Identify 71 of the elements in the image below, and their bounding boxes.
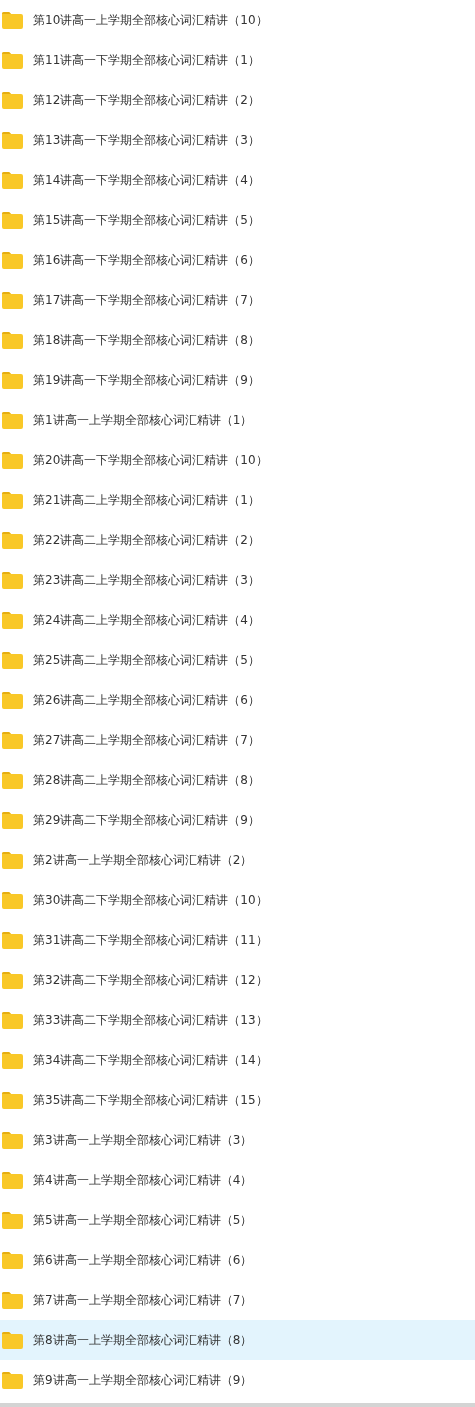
folder-name: 第9讲高一上学期全部核心词汇精讲（9） bbox=[33, 1372, 253, 1389]
folder-row[interactable]: 第8讲高一上学期全部核心词汇精讲（8） bbox=[0, 1320, 475, 1360]
folder-icon bbox=[2, 131, 23, 149]
folder-icon bbox=[2, 371, 23, 389]
folder-icon bbox=[2, 411, 23, 429]
folder-icon bbox=[2, 171, 23, 189]
folder-name: 第20讲高一下学期全部核心词汇精讲（10） bbox=[33, 452, 268, 469]
folder-name: 第31讲高二下学期全部核心词汇精讲（11） bbox=[33, 932, 268, 949]
folder-icon bbox=[2, 651, 23, 669]
folder-name: 第12讲高一下学期全部核心词汇精讲（2） bbox=[33, 92, 260, 109]
folder-icon bbox=[2, 891, 23, 909]
folder-name: 第26讲高二上学期全部核心词汇精讲（6） bbox=[33, 692, 260, 709]
folder-icon bbox=[2, 691, 23, 709]
folder-name: 第24讲高二上学期全部核心词汇精讲（4） bbox=[33, 612, 260, 629]
folder-icon bbox=[2, 571, 23, 589]
folder-icon bbox=[2, 1331, 23, 1349]
folder-name: 第25讲高二上学期全部核心词汇精讲（5） bbox=[33, 652, 260, 669]
folder-name: 第32讲高二下学期全部核心词汇精讲（12） bbox=[33, 972, 268, 989]
folder-icon bbox=[2, 491, 23, 509]
folder-icon bbox=[2, 1051, 23, 1069]
folder-name: 第29讲高二下学期全部核心词汇精讲（9） bbox=[33, 812, 260, 829]
folder-name: 第22讲高二上学期全部核心词汇精讲（2） bbox=[33, 532, 260, 549]
folder-icon bbox=[2, 91, 23, 109]
folder-icon bbox=[2, 851, 23, 869]
folder-icon bbox=[2, 451, 23, 469]
folder-icon bbox=[2, 971, 23, 989]
folder-icon bbox=[2, 211, 23, 229]
folder-name: 第19讲高一下学期全部核心词汇精讲（9） bbox=[33, 372, 260, 389]
folder-name: 第5讲高一上学期全部核心词汇精讲（5） bbox=[33, 1212, 253, 1229]
folder-name: 第35讲高二下学期全部核心词汇精讲（15） bbox=[33, 1092, 268, 1109]
folder-icon bbox=[2, 531, 23, 549]
folder-name: 第8讲高一上学期全部核心词汇精讲（8） bbox=[33, 1332, 253, 1349]
folder-icon bbox=[2, 611, 23, 629]
folder-icon bbox=[2, 331, 23, 349]
folder-icon bbox=[2, 771, 23, 789]
folder-name: 第30讲高二下学期全部核心词汇精讲（10） bbox=[33, 892, 268, 909]
folder-icon bbox=[2, 931, 23, 949]
folder-name: 第27讲高二上学期全部核心词汇精讲（7） bbox=[33, 732, 260, 749]
folder-icon bbox=[2, 251, 23, 269]
folder-icon bbox=[2, 1251, 23, 1269]
folder-name: 第2讲高一上学期全部核心词汇精讲（2） bbox=[33, 852, 253, 869]
folder-name: 第33讲高二下学期全部核心词汇精讲（13） bbox=[33, 1012, 268, 1029]
folder-icon bbox=[2, 51, 23, 69]
folder-name: 第23讲高二上学期全部核心词汇精讲（3） bbox=[33, 572, 260, 589]
folder-name: 第21讲高二上学期全部核心词汇精讲（1） bbox=[33, 492, 260, 509]
folder-icon bbox=[2, 1371, 23, 1389]
folder-name: 第34讲高二下学期全部核心词汇精讲（14） bbox=[33, 1052, 268, 1069]
folder-icon bbox=[2, 11, 23, 29]
folder-icon bbox=[2, 291, 23, 309]
folder-name: 第10讲高一上学期全部核心词汇精讲（10） bbox=[33, 12, 268, 29]
folder-icon bbox=[2, 811, 23, 829]
folder-icon bbox=[2, 731, 23, 749]
folder-name: 第11讲高一下学期全部核心词汇精讲（1） bbox=[33, 52, 260, 69]
folder-name: 第18讲高一下学期全部核心词汇精讲（8） bbox=[33, 332, 260, 349]
folder-name: 第16讲高一下学期全部核心词汇精讲（6） bbox=[33, 252, 260, 269]
folder-name: 第13讲高一下学期全部核心词汇精讲（3） bbox=[33, 132, 260, 149]
folder-icon bbox=[2, 1171, 23, 1189]
folder-name: 第17讲高一下学期全部核心词汇精讲（7） bbox=[33, 292, 260, 309]
folder-icon bbox=[2, 1091, 23, 1109]
folder-name: 第15讲高一下学期全部核心词汇精讲（5） bbox=[33, 212, 260, 229]
folder-icon bbox=[2, 1131, 23, 1149]
folder-icon bbox=[2, 1291, 23, 1309]
folder-name: 第3讲高一上学期全部核心词汇精讲（3） bbox=[33, 1132, 253, 1149]
folder-name: 第1讲高一上学期全部核心词汇精讲（1） bbox=[33, 412, 253, 429]
folder-name: 第7讲高一上学期全部核心词汇精讲（7） bbox=[33, 1292, 253, 1309]
folder-icon bbox=[2, 1011, 23, 1029]
folder-icon bbox=[2, 1211, 23, 1229]
folder-name: 第28讲高二上学期全部核心词汇精讲（8） bbox=[33, 772, 260, 789]
folder-name: 第6讲高一上学期全部核心词汇精讲（6） bbox=[33, 1252, 253, 1269]
folder-name: 第14讲高一下学期全部核心词汇精讲（4） bbox=[33, 172, 260, 189]
folder-name: 第4讲高一上学期全部核心词汇精讲（4） bbox=[33, 1172, 253, 1189]
